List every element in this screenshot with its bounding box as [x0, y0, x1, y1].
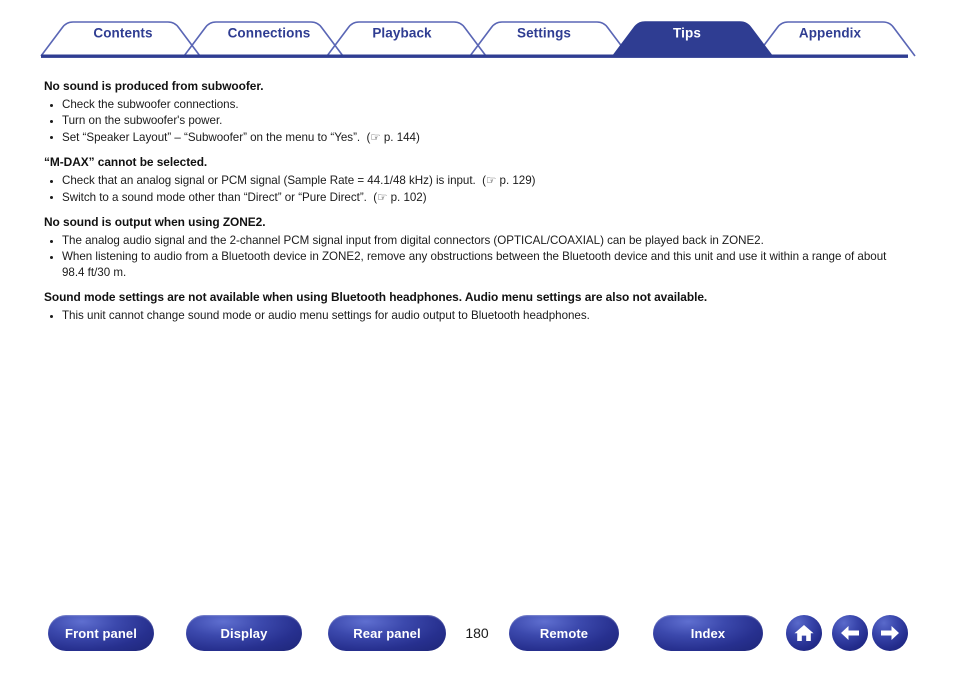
bullet-text: The analog audio signal and the 2-channe…	[62, 234, 764, 248]
pointing-hand-icon: ☞	[486, 175, 497, 188]
tab-bar: Contents Connections Playback Settings T…	[0, 0, 954, 62]
forward-button[interactable]	[872, 615, 908, 651]
tab-shape-playback	[326, 21, 487, 57]
rear-panel-button[interactable]: Rear panel	[328, 615, 446, 651]
display-button[interactable]: Display	[186, 615, 302, 651]
page-reference-label: p. 129	[499, 174, 532, 188]
index-button[interactable]: Index	[653, 615, 763, 651]
home-icon	[793, 623, 815, 643]
page-reference-link[interactable]: (☞ p. 144)	[367, 131, 420, 144]
bullet-text: Turn on the subwoofer's power.	[62, 114, 223, 128]
troubleshoot-section: “M-DAX” cannot be selected. Check that a…	[44, 154, 924, 205]
list-item: Switch to a sound mode other than “Direc…	[44, 190, 924, 205]
page-number: 180	[465, 625, 489, 641]
section-bullet-list: The analog audio signal and the 2-channe…	[44, 233, 924, 280]
troubleshoot-section: No sound is output when using ZONE2. The…	[44, 214, 924, 280]
list-item: When listening to audio from a Bluetooth…	[44, 249, 910, 280]
tab-bar-graphics	[40, 21, 916, 58]
section-heading: No sound is produced from subwoofer.	[44, 79, 264, 93]
tab-shape-connections	[183, 21, 344, 57]
home-button[interactable]	[786, 615, 822, 651]
list-item: Turn on the subwoofer's power.	[44, 113, 924, 128]
list-item: Set “Speaker Layout” – “Subwoofer” on th…	[44, 130, 924, 145]
list-item: This unit cannot change sound mode or au…	[44, 308, 924, 323]
remote-button[interactable]: Remote	[509, 615, 619, 651]
list-item: The analog audio signal and the 2-channe…	[44, 233, 924, 248]
back-arrow-icon	[839, 624, 861, 642]
list-item: Check that an analog signal or PCM signa…	[44, 173, 924, 188]
tab-shape-contents	[40, 21, 201, 57]
footer-nav: Front panel Display Rear panel 180 Remot…	[0, 615, 954, 660]
section-heading: No sound is output when using ZONE2.	[44, 215, 266, 230]
page-reference-link[interactable]: (☞ p. 129)	[482, 174, 535, 187]
page-reference-label: p. 102	[390, 190, 423, 204]
troubleshoot-section: Sound mode settings are not available wh…	[44, 289, 924, 323]
pointing-hand-icon: ☞	[377, 191, 388, 204]
pointing-hand-icon: ☞	[370, 131, 381, 144]
page-reference-label: p. 144	[383, 130, 416, 144]
section-bullet-list: Check the subwoofer connections. Turn on…	[44, 97, 924, 145]
troubleshoot-section: No sound is produced from subwoofer. Che…	[44, 78, 924, 145]
list-item: Check the subwoofer connections.	[44, 97, 924, 112]
bullet-text: This unit cannot change sound mode or au…	[62, 309, 590, 323]
section-bullet-list: Check that an analog signal or PCM signa…	[44, 173, 924, 205]
bullet-text: Switch to a sound mode other than “Direc…	[62, 190, 367, 204]
main-content: No sound is produced from subwoofer. Che…	[44, 78, 924, 333]
section-bullet-list: This unit cannot change sound mode or au…	[44, 308, 924, 323]
section-heading: Sound mode settings are not available wh…	[44, 290, 708, 305]
back-button[interactable]	[832, 615, 868, 651]
tab-shape-tips-active	[611, 21, 774, 57]
bullet-text: Set “Speaker Layout” – “Subwoofer” on th…	[62, 130, 361, 144]
bullet-text: Check that an analog signal or PCM signa…	[62, 174, 476, 188]
tab-shape-settings	[469, 21, 630, 57]
tab-shape-appendix	[755, 21, 916, 57]
section-heading: “M-DAX” cannot be selected.	[44, 155, 208, 170]
bullet-text: Check the subwoofer connections.	[62, 98, 239, 111]
page-reference-link[interactable]: (☞ p. 102)	[373, 191, 426, 204]
bullet-text: When listening to audio from a Bluetooth…	[62, 250, 887, 279]
front-panel-button[interactable]: Front panel	[48, 615, 154, 651]
tab-baseline-rule	[41, 54, 908, 58]
forward-arrow-icon	[879, 624, 901, 642]
